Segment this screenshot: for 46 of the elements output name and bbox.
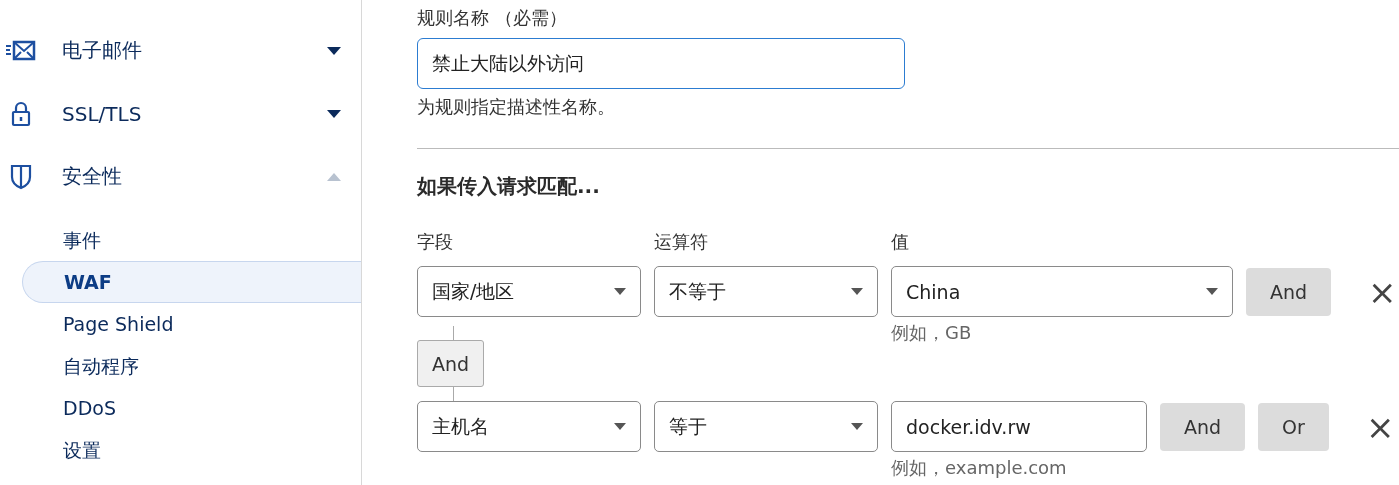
field-dropdown[interactable]: 主机名 (417, 401, 641, 452)
column-label: 字段 (417, 230, 454, 254)
sidebar-item[interactable]: 事件 (22, 219, 361, 261)
caret-down-icon (1206, 288, 1218, 295)
or-button[interactable]: Or (1258, 403, 1329, 451)
section-heading: 如果传入请求匹配... (417, 173, 601, 200)
caret-down-icon[interactable] (327, 109, 341, 118)
dropdown-value: 不等于 (669, 278, 726, 304)
group-label: 电子邮件 (62, 37, 143, 64)
sidebar-item[interactable]: DDoS (22, 387, 361, 429)
remove-button[interactable]: × (1355, 401, 1399, 452)
group-label: SSL/TLS (62, 101, 143, 126)
caret-down-icon (614, 423, 626, 430)
column-label: 值 (891, 230, 909, 254)
group-label: 安全性 (62, 163, 123, 190)
field-label: 规则名称 （必需） (417, 6, 568, 30)
sidebar-item[interactable]: Page Shield (22, 303, 361, 345)
sidebar-item[interactable]: 设置 (22, 429, 361, 471)
operator-dropdown[interactable]: 不等于 (654, 266, 878, 317)
and-button[interactable]: And (1160, 403, 1246, 451)
dropdown-value: China (906, 280, 961, 303)
dropdown-value: 主机名 (432, 413, 489, 439)
sidebar-item[interactable]: WAF (22, 261, 361, 303)
sidebar-group[interactable]: 安全性 (0, 156, 361, 197)
rule-name-field[interactable]: 禁止大陆以外访问 (417, 38, 905, 89)
remove-button[interactable]: × (1358, 266, 1399, 317)
column-label: 运算符 (654, 230, 709, 254)
sidebar-group[interactable]: 电子邮件 (0, 30, 361, 71)
dropdown-value: 等于 (669, 413, 707, 439)
value-dropdown[interactable]: China (891, 266, 1233, 317)
sidebar-group[interactable]: SSL/TLS (0, 93, 361, 134)
caret-down-icon (851, 423, 863, 430)
hint-text: 例如，GB (891, 321, 973, 345)
help-text: 为规则指定描述性名称。 (417, 95, 616, 119)
envelope-icon (6, 39, 36, 62)
hint-text: 例如，example.com (891, 456, 1068, 480)
sidebar-item[interactable]: 自动程序 (22, 345, 361, 387)
operator-dropdown[interactable]: 等于 (654, 401, 878, 452)
and-button[interactable]: And (1246, 268, 1332, 316)
field-dropdown[interactable]: 国家/地区 (417, 266, 641, 317)
caret-down-icon (851, 288, 863, 295)
value-field[interactable]: docker.idv.rw (891, 401, 1147, 452)
dropdown-value: 国家/地区 (432, 278, 515, 304)
and-button[interactable]: And (417, 340, 485, 387)
caret-down-icon (614, 288, 626, 295)
caret-down-icon[interactable] (327, 46, 341, 55)
